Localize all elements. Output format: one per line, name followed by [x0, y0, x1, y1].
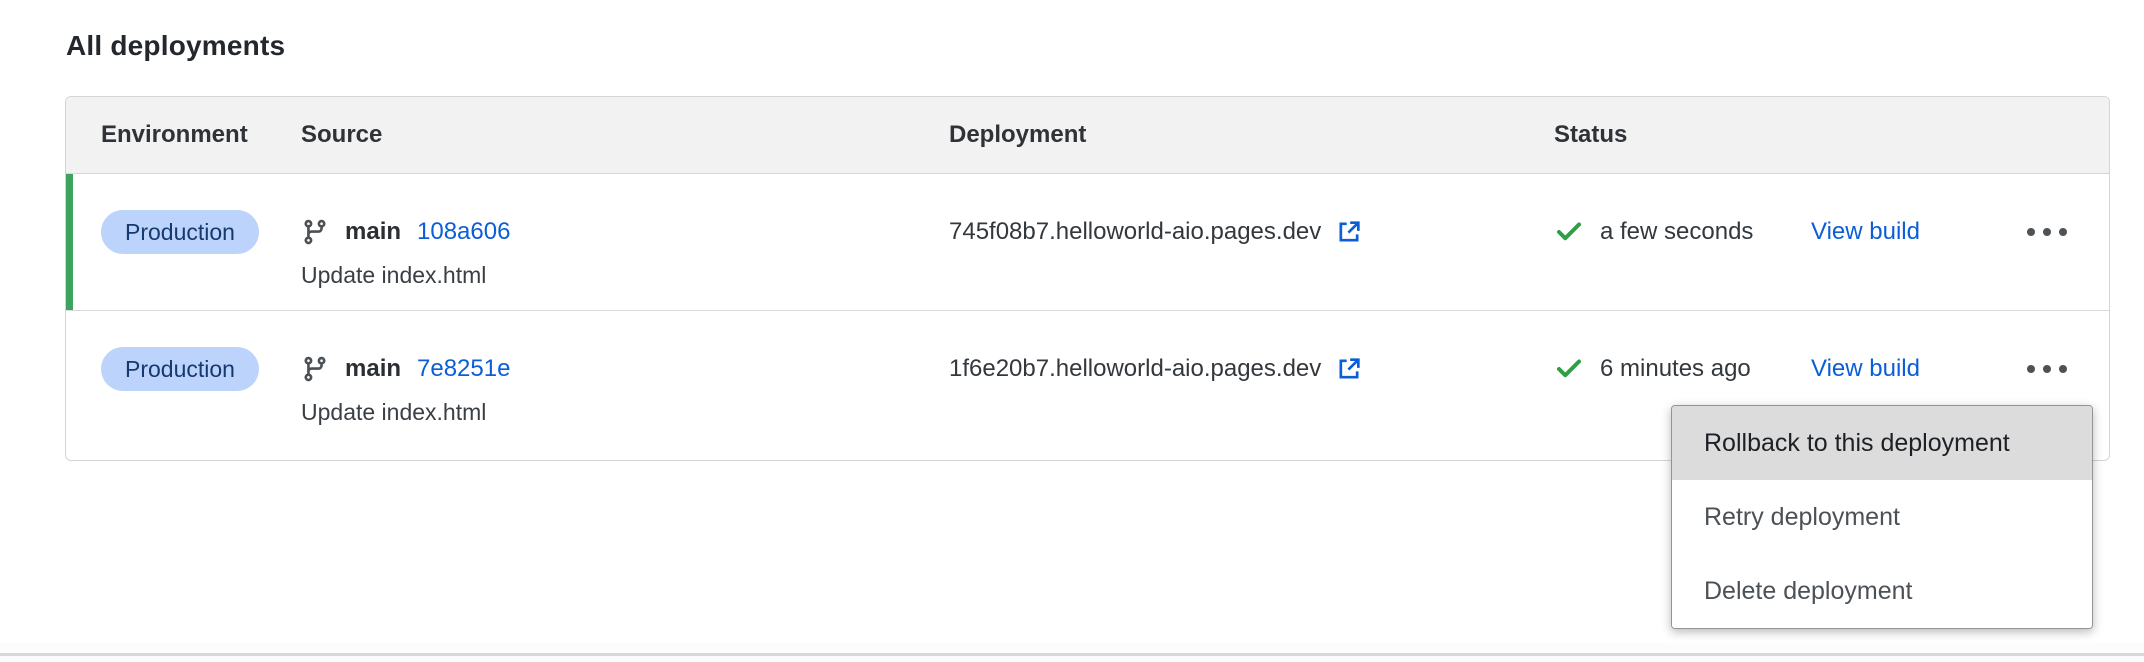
deployment-context-menu: Rollback to this deployment Retry deploy…	[1671, 405, 2093, 629]
status-text: a few seconds	[1600, 218, 1753, 246]
deployment-url: 1f6e20b7.helloworld-aio.pages.dev	[949, 355, 1321, 383]
commit-message: Update index.html	[301, 262, 949, 289]
external-link-icon[interactable]	[1335, 355, 1363, 383]
external-link-icon[interactable]	[1335, 218, 1363, 246]
deployment-url: 745f08b7.helloworld-aio.pages.dev	[949, 218, 1321, 246]
environment-badge: Production	[101, 210, 259, 254]
check-icon	[1554, 217, 1584, 247]
page-bottom-divider	[0, 643, 2144, 662]
more-options-button[interactable]	[2017, 347, 2077, 391]
view-build-link[interactable]: View build	[1811, 218, 1920, 246]
col-header-status: Status	[1554, 121, 1811, 149]
view-build-link[interactable]: View build	[1811, 355, 1920, 383]
menu-item-delete[interactable]: Delete deployment	[1672, 554, 2092, 628]
status-text: 6 minutes ago	[1600, 355, 1751, 383]
more-options-button[interactable]	[2017, 210, 2077, 254]
commit-link[interactable]: 108a606	[417, 218, 510, 246]
git-branch-icon	[301, 218, 329, 246]
col-header-deployment: Deployment	[949, 121, 1554, 149]
page-title: All deployments	[66, 30, 285, 62]
commit-link[interactable]: 7e8251e	[417, 355, 510, 383]
git-branch-icon	[301, 355, 329, 383]
environment-badge: Production	[101, 347, 259, 391]
menu-item-rollback[interactable]: Rollback to this deployment	[1672, 406, 2092, 480]
col-header-source: Source	[301, 121, 949, 149]
check-icon	[1554, 354, 1584, 384]
col-header-environment: Environment	[101, 121, 301, 149]
menu-item-retry[interactable]: Retry deployment	[1672, 480, 2092, 554]
branch-name: main	[345, 355, 401, 383]
commit-message: Update index.html	[301, 399, 949, 426]
branch-name: main	[345, 218, 401, 246]
deployment-row-1: Production main 108a606 Update index.htm…	[66, 174, 2109, 310]
table-header-row: Environment Source Deployment Status	[66, 97, 2109, 174]
